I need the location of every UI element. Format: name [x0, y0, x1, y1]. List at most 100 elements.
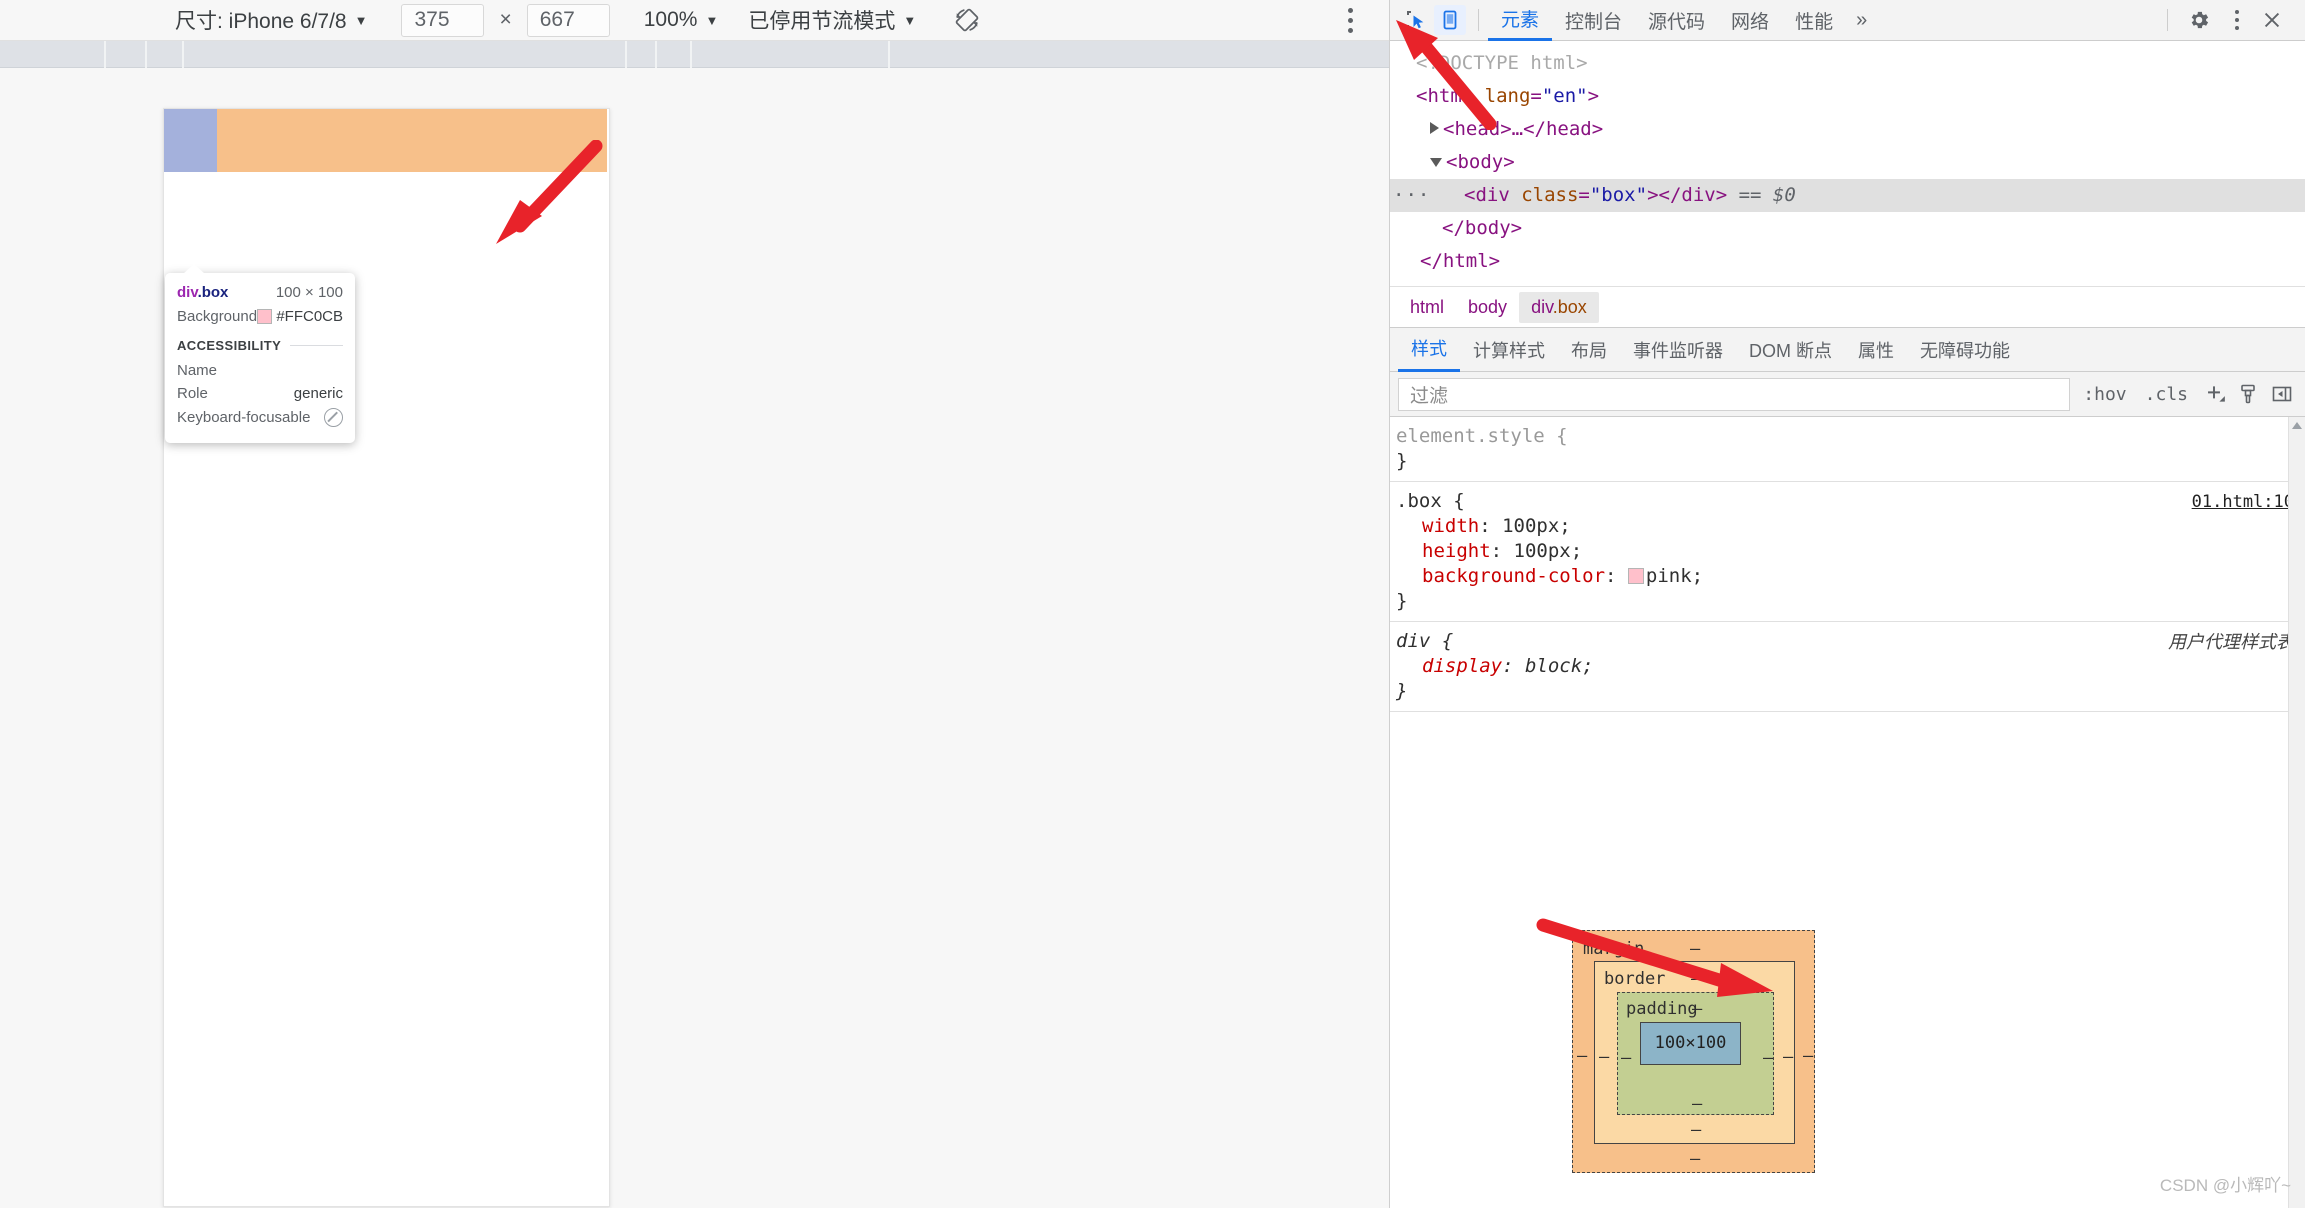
- rule-selector[interactable]: element.style {: [1394, 424, 2305, 449]
- box-model-border[interactable]: border – – – – padding – – – – 100×100: [1594, 961, 1795, 1144]
- tab-label: 计算样式: [1473, 340, 1545, 361]
- declaration-display[interactable]: display: block;: [1394, 654, 2305, 679]
- color-swatch-icon: [257, 309, 273, 324]
- tooltip-role-row: Role generic: [177, 385, 343, 402]
- rotate-device-icon[interactable]: [950, 3, 984, 37]
- viewport-height-input[interactable]: 667: [526, 3, 610, 37]
- chevron-down-icon: ▼: [354, 12, 368, 28]
- border-bottom-value[interactable]: –: [1691, 1118, 1701, 1143]
- css-rule-element-style[interactable]: element.style { }: [1390, 417, 2305, 482]
- color-swatch-icon[interactable]: [1627, 568, 1644, 584]
- tab-elements[interactable]: 元素: [1488, 0, 1553, 41]
- element-classes-button[interactable]: .cls: [2136, 384, 2197, 405]
- new-style-rule-button[interactable]: [2197, 377, 2231, 411]
- accessibility-title: ACCESSIBILITY: [177, 338, 282, 353]
- toggle-device-toolbar-icon[interactable]: [1434, 5, 1466, 35]
- viewport-ruler: [0, 41, 1389, 68]
- rule-selector[interactable]: .box {: [1394, 489, 2305, 514]
- tab-properties[interactable]: 属性: [1845, 328, 1907, 372]
- tooltip-role-label: Role: [177, 385, 208, 402]
- margin-right-value[interactable]: –: [1803, 1044, 1813, 1069]
- tab-label: 元素: [1501, 10, 1540, 31]
- filter-input[interactable]: 过滤: [1398, 377, 2071, 411]
- margin-left-value[interactable]: –: [1577, 1044, 1587, 1069]
- tab-event-listeners[interactable]: 事件监听器: [1620, 328, 1736, 372]
- inspect-element-icon[interactable]: [1399, 5, 1431, 35]
- sidebar-tab-bar: 样式 计算样式 布局 事件监听器 DOM 断点 属性 无障碍功能: [1390, 328, 2305, 372]
- declaration-background-color[interactable]: background-color: pink;: [1394, 564, 2305, 589]
- declaration-width[interactable]: width: 100px;: [1394, 514, 2305, 539]
- tooltip-name-row: Name: [177, 362, 343, 379]
- breadcrumb-item-html[interactable]: html: [1398, 292, 1456, 323]
- node-badge-icon[interactable]: ···: [1393, 179, 1430, 212]
- tab-sources[interactable]: 源代码: [1635, 0, 1718, 41]
- viewport-width-input[interactable]: 375: [401, 3, 485, 37]
- rule-source-link[interactable]: 01.html:10: [2192, 490, 2294, 515]
- border-top-value[interactable]: –: [1691, 967, 1701, 992]
- box-model-content[interactable]: 100×100: [1640, 1022, 1741, 1065]
- tab-console[interactable]: 控制台: [1552, 0, 1635, 41]
- padding-bottom-value[interactable]: –: [1692, 1092, 1702, 1117]
- box-model-padding[interactable]: padding – – – – 100×100: [1617, 992, 1774, 1115]
- throttling-dropdown[interactable]: 已停用节流模式 ▼: [748, 5, 916, 35]
- border-left-value[interactable]: –: [1599, 1045, 1609, 1070]
- breadcrumb-item-div-box[interactable]: div.box: [1519, 291, 1599, 323]
- tab-label: DOM 断点: [1749, 340, 1832, 361]
- toggle-sidebar-icon[interactable]: [2265, 377, 2299, 411]
- tab-computed[interactable]: 计算样式: [1460, 328, 1558, 372]
- padding-top-value[interactable]: –: [1692, 997, 1702, 1022]
- device-size-dropdown[interactable]: 尺寸: iPhone 6/7/8 ▼: [175, 5, 367, 35]
- chevron-down-icon[interactable]: [1430, 158, 1442, 167]
- attr-name: class: [1521, 184, 1579, 206]
- breadcrumb-label: div: [1531, 296, 1553, 317]
- tab-label: 源代码: [1648, 11, 1706, 33]
- tab-dom-breakpoints[interactable]: DOM 断点: [1736, 328, 1845, 372]
- dom-line-html-close[interactable]: </html>: [1390, 245, 2305, 278]
- scroll-up-icon[interactable]: [2292, 422, 2302, 429]
- margin-bottom-value[interactable]: –: [1690, 1147, 1700, 1172]
- chevron-right-icon[interactable]: [1430, 122, 1439, 134]
- property-value: pink;: [1645, 565, 1704, 587]
- css-rule-div-ua[interactable]: 用户代理样式表 div { display: block; }: [1390, 622, 2305, 712]
- devtools-tab-bar: 元素 控制台 源代码 网络 性能 »: [1390, 0, 2305, 41]
- box-model-margin[interactable]: margin – – – – border – – – – padding –: [1572, 930, 1815, 1173]
- tab-label: 布局: [1571, 340, 1607, 361]
- zoom-dropdown[interactable]: 100% ▼: [644, 8, 719, 32]
- tab-styles[interactable]: 样式: [1398, 328, 1460, 372]
- tab-label: 性能: [1795, 11, 1834, 33]
- gear-icon[interactable]: [2183, 5, 2215, 35]
- dom-line-doctype[interactable]: <!DOCTYPE html>: [1390, 47, 2305, 80]
- tab-accessibility[interactable]: 无障碍功能: [1907, 328, 2023, 372]
- dimension-separator: ×: [499, 8, 512, 31]
- css-rule-box[interactable]: 01.html:10 .box { width: 100px; height: …: [1390, 482, 2305, 622]
- more-tabs-icon[interactable]: »: [1846, 9, 1877, 32]
- tab-network[interactable]: 网络: [1718, 0, 1782, 41]
- dom-line-body-open[interactable]: <body>: [1390, 146, 2305, 179]
- tooltip-role-value: generic: [293, 385, 343, 402]
- tab-layout[interactable]: 布局: [1558, 328, 1620, 372]
- devtools-more-options-icon[interactable]: [2224, 10, 2250, 30]
- tab-performance[interactable]: 性能: [1782, 0, 1846, 41]
- device-toolbar-more-icon[interactable]: [1348, 7, 1353, 33]
- padding-left-value[interactable]: –: [1621, 1046, 1631, 1071]
- declaration-height[interactable]: height: 100px;: [1394, 539, 2305, 564]
- close-icon[interactable]: [2256, 5, 2288, 35]
- margin-top-value[interactable]: –: [1690, 937, 1700, 962]
- dom-line-selected-div[interactable]: ··· <div class="box"></div> == $0: [1390, 179, 2305, 212]
- tab-label: 控制台: [1565, 11, 1623, 33]
- breadcrumb: html body div.box: [1390, 286, 2305, 328]
- tooltip-background-value-group: #FFC0CB: [257, 308, 343, 325]
- padding-right-value[interactable]: –: [1763, 1046, 1773, 1071]
- device-toolbar: 尺寸: iPhone 6/7/8 ▼ 375 × 667 100% ▼ 已停用节…: [0, 0, 1389, 41]
- border-right-value[interactable]: –: [1783, 1045, 1793, 1070]
- dom-line-head[interactable]: <head>…</head>: [1390, 113, 2305, 146]
- styles-scrollbar[interactable]: [2288, 417, 2305, 1208]
- dom-line-body-close[interactable]: </body>: [1390, 212, 2305, 245]
- breadcrumb-item-body[interactable]: body: [1456, 292, 1519, 323]
- force-state-button[interactable]: :hov: [2074, 384, 2135, 405]
- dom-line-html-open[interactable]: <html lang="en">: [1390, 80, 2305, 113]
- property-name: display: [1422, 655, 1503, 677]
- element-inspector-tooltip: div.box 100 × 100 Background #FFC0CB ACC…: [165, 264, 355, 443]
- paintbrush-icon[interactable]: [2231, 377, 2265, 411]
- devtools-panel: 元素 控制台 源代码 网络 性能 » <!DOCTYPE html> <html…: [1390, 0, 2305, 1208]
